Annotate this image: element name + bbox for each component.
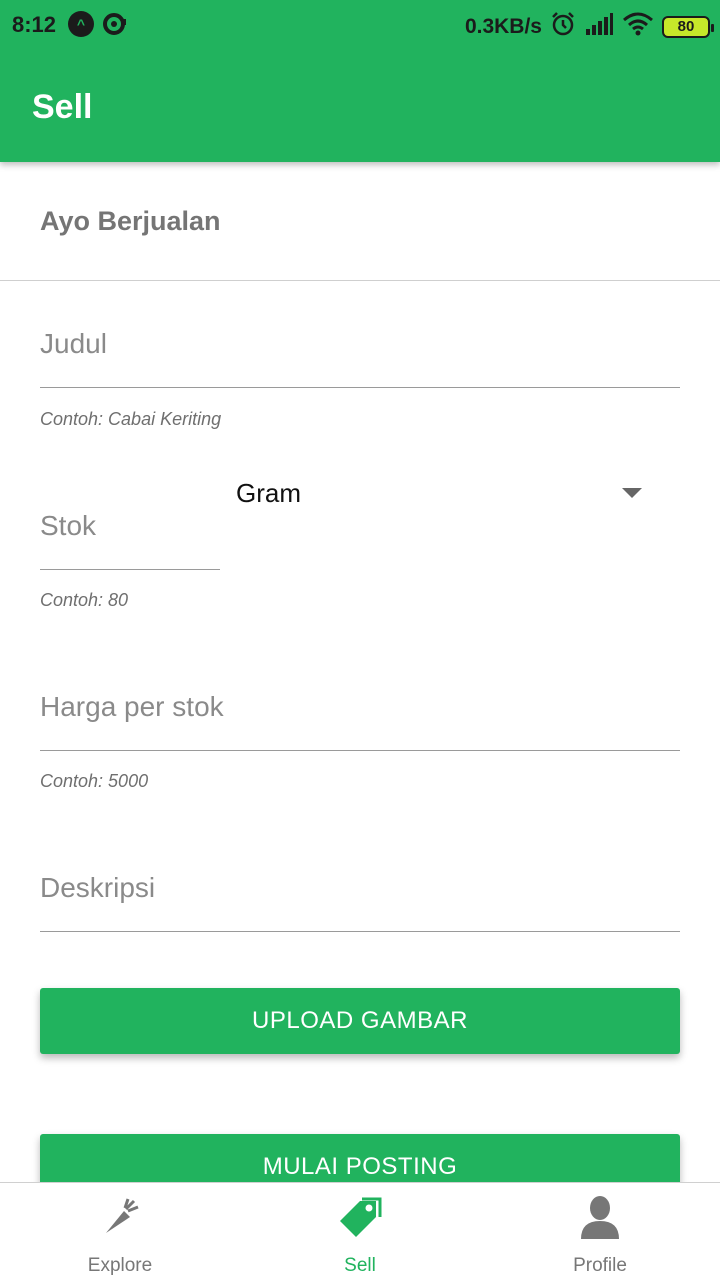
nav-item-explore[interactable]: Explore	[0, 1183, 240, 1280]
status-right-icons: 0.3KB/s 80	[464, 11, 714, 42]
nav-label-explore: Explore	[87, 1255, 153, 1276]
unit-select[interactable]: Gram	[236, 478, 646, 514]
wifi-icon	[622, 12, 654, 41]
signal-icon	[584, 12, 614, 41]
nav-item-profile[interactable]: Profile	[480, 1183, 720, 1280]
page-title: Sell	[32, 88, 93, 126]
harga-underline	[40, 750, 680, 751]
sync-icon	[102, 11, 128, 42]
bottom-navigation: Explore Sell Profile	[0, 1182, 720, 1280]
nav-label-sell: Sell	[344, 1255, 376, 1276]
harga-input[interactable]: Harga per stok	[40, 691, 224, 723]
nav-item-sell[interactable]: Sell	[240, 1183, 480, 1280]
battery-icon: 80	[662, 15, 714, 38]
carrot-icon	[98, 1195, 142, 1244]
stok-hint: Contoh: 80	[40, 590, 129, 610]
form-header: Ayo Berjualan	[40, 206, 221, 236]
section-divider	[0, 280, 720, 281]
judul-input[interactable]: Judul	[40, 328, 107, 360]
status-left-icons: ^	[68, 11, 128, 42]
network-speed: 0.3KB/s	[464, 14, 542, 38]
judul-hint: Contoh: Cabai Keriting	[40, 409, 222, 429]
alarm-icon	[550, 11, 576, 42]
nav-label-profile: Profile	[573, 1255, 627, 1276]
status-bar: 8:12 ^ 0.3KB/s 80	[0, 0, 720, 50]
status-time: 8:12	[12, 12, 57, 37]
upload-image-button[interactable]: UPLOAD GAMBAR	[40, 988, 680, 1054]
harga-hint: Contoh: 5000	[40, 771, 149, 791]
stok-input[interactable]: Stok	[40, 510, 96, 542]
deskripsi-underline	[40, 931, 680, 932]
stok-underline	[40, 569, 220, 570]
unit-select-value: Gram	[236, 478, 301, 508]
judul-underline	[40, 387, 680, 388]
app-notification-icon: ^	[68, 11, 94, 37]
tag-icon	[336, 1195, 384, 1246]
app-bar: 8:12 ^ 0.3KB/s 80 Sell	[0, 0, 720, 162]
deskripsi-input[interactable]: Deskripsi	[40, 872, 155, 904]
person-icon	[579, 1195, 621, 1244]
dropdown-caret-icon	[622, 488, 642, 498]
